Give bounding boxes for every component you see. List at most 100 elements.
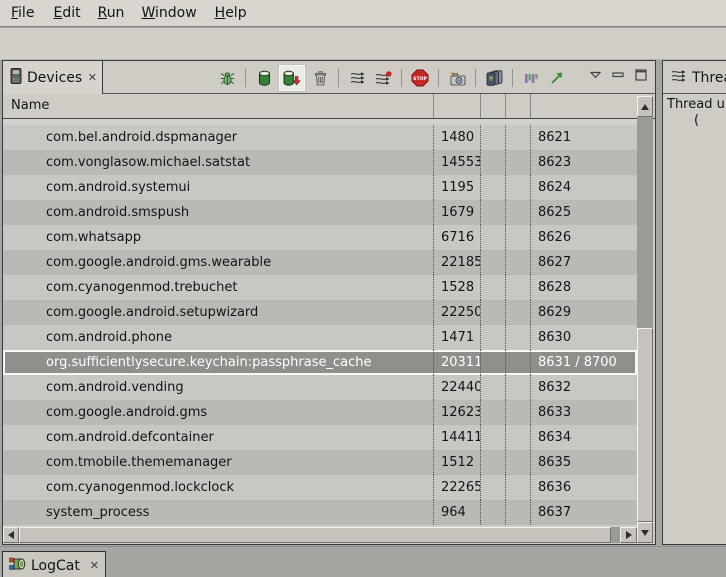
threads-tab-bar: Threads: [663, 61, 726, 94]
tab-logcat[interactable]: LogCat ✕: [2, 551, 106, 577]
dump-hprof-file-button[interactable]: [279, 65, 305, 91]
column-empty: [480, 225, 505, 250]
update-threads-button[interactable]: [346, 67, 368, 89]
column-empty: [505, 425, 530, 450]
menu-file[interactable]: File: [8, 3, 37, 23]
process-name: com.google.android.gms.wearable: [3, 250, 433, 275]
device-table-header[interactable]: Name: [3, 94, 655, 119]
column-empty: [480, 275, 505, 300]
device-table-body: com.bel.android.dspmanager14808621com.vo…: [3, 119, 655, 527]
close-icon[interactable]: ✕: [90, 560, 99, 571]
vertical-scrollbar-thumb[interactable]: [637, 328, 653, 522]
scroll-right-button[interactable]: [620, 527, 637, 543]
vertical-scrollbar[interactable]: [637, 96, 653, 543]
menu-bar: File Edit Run Window Help: [0, 0, 726, 27]
process-port: 8625: [530, 200, 637, 225]
process-pid: 1195: [433, 175, 480, 200]
process-row[interactable]: system_process9648637: [3, 500, 637, 525]
process-row[interactable]: com.google.android.setupwizard222508629: [3, 300, 637, 325]
column-empty: [480, 400, 505, 425]
capture-system-trace-button[interactable]: [520, 67, 542, 89]
process-row[interactable]: com.google.android.gms.wearable22185 8627: [3, 250, 637, 275]
process-row[interactable]: org.sufficientlysecure.keychain:passphra…: [3, 350, 637, 375]
menu-help[interactable]: Help: [212, 3, 250, 23]
start-opengl-trace-button[interactable]: [546, 67, 568, 89]
scroll-left-button[interactable]: [3, 527, 19, 543]
horizontal-scrollbar[interactable]: [3, 527, 637, 543]
process-pid: 1679: [433, 200, 480, 225]
process-row[interactable]: com.cyanogenmod.lockclock222658636: [3, 475, 637, 500]
column-empty: [480, 500, 505, 525]
process-row[interactable]: com.android.defcontainer144118634: [3, 425, 637, 450]
view-menu-button[interactable]: [590, 71, 601, 79]
process-port: 8627: [530, 250, 637, 275]
process-row[interactable]: com.bel.android.dspmanager14808621: [3, 125, 637, 150]
process-name: system_process: [3, 500, 433, 525]
column-empty: [505, 500, 530, 525]
maximize-view-button[interactable]: [635, 69, 647, 81]
process-port: 8636: [530, 475, 637, 500]
process-row[interactable]: com.android.vending224408632: [3, 375, 637, 400]
column-empty: [505, 375, 530, 400]
process-name: com.android.systemui: [3, 175, 433, 200]
view-controls: [590, 69, 647, 81]
column-separator[interactable]: [530, 94, 531, 118]
column-empty: [505, 150, 530, 175]
process-row[interactable]: com.tmobile.thememanager15128635: [3, 450, 637, 475]
process-name: com.cyanogenmod.lockclock: [3, 475, 433, 500]
scroll-down-button[interactable]: [637, 522, 653, 543]
dump-view-hierarchy-button[interactable]: [483, 67, 505, 89]
threads-message-line2: (: [694, 113, 726, 129]
start-method-profiling-button[interactable]: [372, 67, 394, 89]
horizontal-scrollbar-thumb[interactable]: [19, 527, 611, 543]
column-separator[interactable]: [505, 94, 506, 118]
process-row[interactable]: com.google.android.gms126238633: [3, 400, 637, 425]
process-name: com.cyanogenmod.trebuchet: [3, 275, 433, 300]
process-row[interactable]: com.cyanogenmod.trebuchet15288628: [3, 275, 637, 300]
process-port: 8629: [530, 300, 637, 325]
process-port: 8626: [530, 225, 637, 250]
process-row[interactable]: com.android.smspush16798625: [3, 200, 637, 225]
process-port: 8634: [530, 425, 637, 450]
column-separator[interactable]: [433, 94, 434, 118]
process-port: 8632: [530, 375, 637, 400]
process-port: 8630: [530, 325, 637, 350]
screen-capture-button[interactable]: [446, 67, 468, 89]
toolbar-separator: [512, 69, 513, 87]
process-name: com.vonglasow.michael.satstat: [3, 150, 433, 175]
process-pid: 14553: [433, 150, 480, 175]
threads-icon: [670, 69, 686, 87]
application-window: File Edit Run Window Help Devices ✕ STOP Nam…: [0, 0, 726, 577]
column-separator[interactable]: [480, 94, 481, 118]
process-row[interactable]: com.whatsapp67168626: [3, 225, 637, 250]
minimize-view-button[interactable]: [612, 72, 624, 78]
process-row[interactable]: com.android.phone14718630: [3, 325, 637, 350]
column-empty: [505, 400, 530, 425]
column-empty: [505, 300, 530, 325]
menu-edit[interactable]: Edit: [50, 3, 83, 23]
column-empty: [480, 250, 505, 275]
process-name: com.whatsapp: [3, 225, 433, 250]
process-row[interactable]: com.vonglasow.michael.satstat145538623: [3, 150, 637, 175]
process-pid: 20311: [433, 350, 480, 375]
process-pid: 22185: [433, 250, 480, 275]
process-pid: 1480: [433, 125, 480, 150]
menu-run[interactable]: Run: [95, 3, 128, 23]
cause-gc-button[interactable]: [309, 67, 331, 89]
column-empty: [505, 125, 530, 150]
stop-process-button[interactable]: STOP: [409, 67, 431, 89]
menu-window[interactable]: Window: [138, 3, 199, 23]
process-row[interactable]: com.android.systemui11958624: [3, 175, 637, 200]
debug-selected-process-button[interactable]: [216, 67, 238, 89]
tab-threads-label[interactable]: Threads: [692, 70, 726, 86]
process-name: com.tmobile.thememanager: [3, 450, 433, 475]
column-empty: [480, 425, 505, 450]
tab-devices[interactable]: Devices ✕: [3, 61, 103, 94]
scroll-up-button[interactable]: [637, 96, 653, 117]
process-port: 8621: [530, 125, 637, 150]
left-arrow-icon: [8, 531, 14, 539]
tab-bar-divider: [663, 93, 726, 94]
close-icon[interactable]: ✕: [88, 72, 97, 83]
update-heap-button[interactable]: [253, 67, 275, 89]
column-header-name[interactable]: Name: [11, 94, 49, 118]
